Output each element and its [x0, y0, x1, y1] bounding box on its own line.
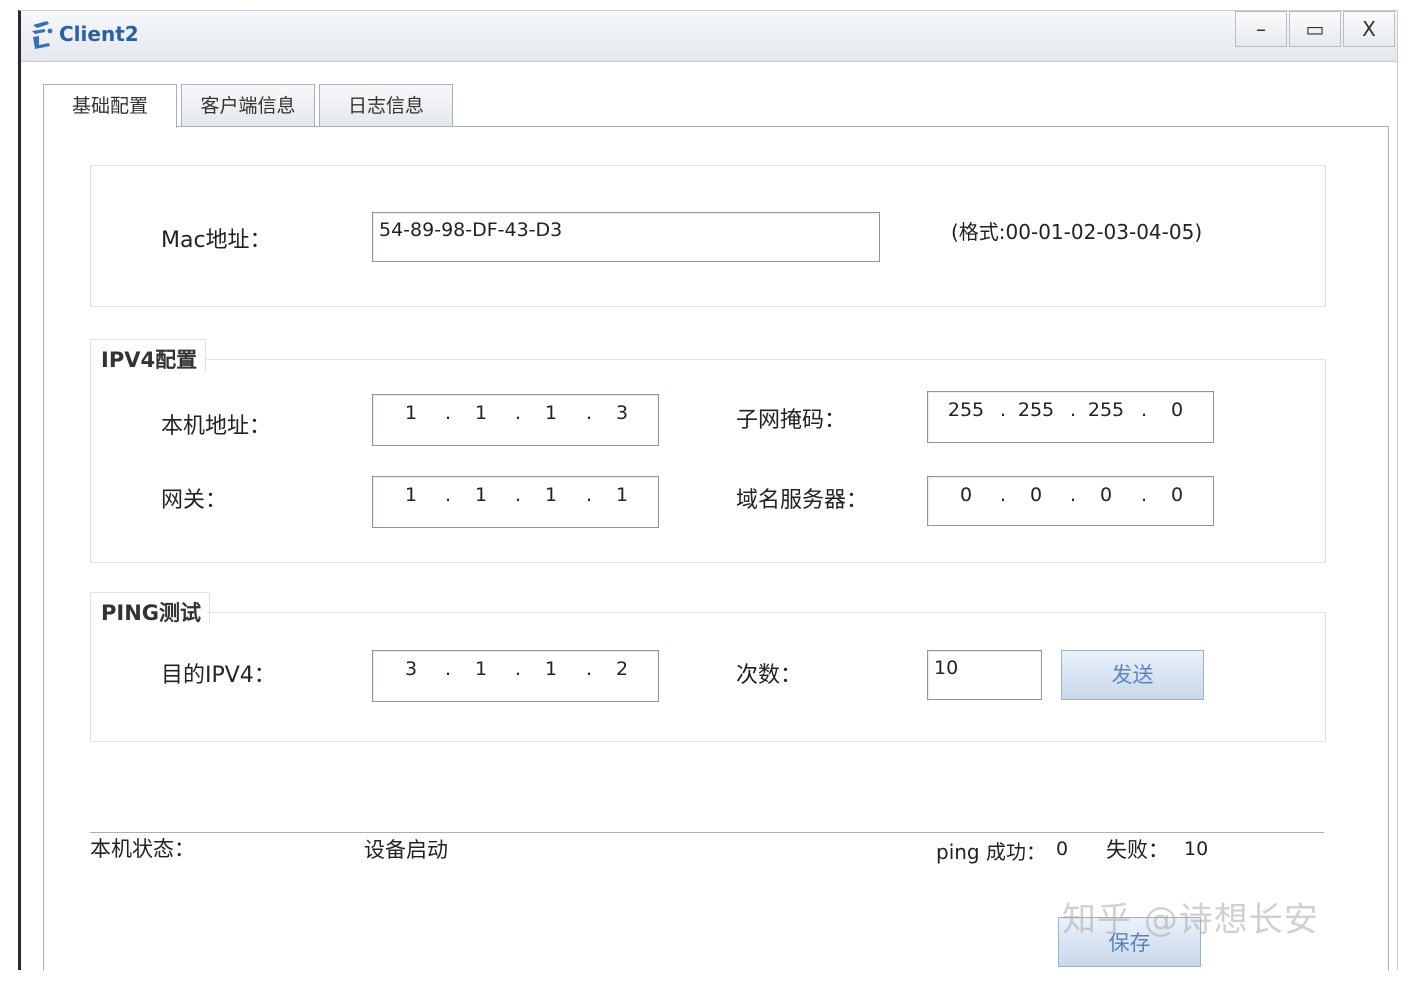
- ip-dot: .: [444, 402, 452, 424]
- gateway-octet-4: 1: [615, 484, 629, 506]
- ip-dot: .: [999, 484, 1007, 506]
- ipv4-group-label: IPV4配置: [90, 339, 207, 372]
- target-ip-input[interactable]: 3 . 1 . 1 . 2: [372, 650, 659, 702]
- ip-dot: .: [514, 402, 522, 424]
- mask-octet-1: 255: [947, 399, 985, 421]
- tab-content-panel: Mac地址： 54-89-98-DF-43-D3 (格式:00-01-02-03…: [43, 126, 1389, 971]
- mac-value: 54-89-98-DF-43-D3: [379, 219, 563, 241]
- client-window: Client2 – ▭ X 基础配置 客户端信息 日志信息 Mac地址： 54-…: [18, 10, 1398, 971]
- ip-dot: .: [1140, 399, 1148, 421]
- gateway-input[interactable]: 1 . 1 . 1 . 1: [372, 476, 659, 528]
- gateway-label: 网关：: [161, 488, 228, 513]
- host-ip-octet-2: 1: [474, 402, 488, 424]
- mac-group: Mac地址： 54-89-98-DF-43-D3 (格式:00-01-02-03…: [90, 165, 1326, 307]
- target-octet-2: 1: [474, 658, 488, 680]
- minimize-button[interactable]: –: [1235, 11, 1287, 47]
- watermark: 知乎 @诗想长安: [1062, 900, 1319, 940]
- tab-log-info[interactable]: 日志信息: [319, 84, 453, 126]
- ping-count-value: 10: [934, 657, 959, 679]
- gateway-octet-3: 1: [544, 484, 558, 506]
- mask-octet-4: 0: [1170, 399, 1184, 421]
- target-octet-4: 2: [615, 658, 629, 680]
- ping-success-label: ping 成功：: [936, 840, 1046, 864]
- ip-dot: .: [1140, 484, 1148, 506]
- ipv4-group: 本机地址： 1 . 1 . 1 . 3 子网掩码： 255 . 255 . 25…: [90, 359, 1326, 563]
- ping-count-input[interactable]: 10: [927, 650, 1042, 700]
- mac-label: Mac地址：: [161, 228, 272, 253]
- host-ip-octet-3: 1: [544, 402, 558, 424]
- close-icon: X: [1362, 17, 1376, 41]
- app-icon: [32, 21, 53, 49]
- host-ip-label: 本机地址：: [161, 414, 272, 439]
- maximize-button[interactable]: ▭: [1289, 11, 1341, 47]
- ip-dot: .: [585, 402, 593, 424]
- gateway-octet-1: 1: [404, 484, 418, 506]
- host-ip-octet-4: 3: [615, 402, 629, 424]
- fail-label: 失败：: [1106, 838, 1169, 862]
- mac-format-hint: (格式:00-01-02-03-04-05): [951, 220, 1203, 244]
- host-status-label: 本机状态：: [90, 837, 195, 861]
- tab-basic-config[interactable]: 基础配置: [43, 84, 177, 128]
- ip-dot: .: [585, 484, 593, 506]
- ping-count-label: 次数：: [736, 663, 803, 688]
- host-ip-octet-1: 1: [404, 402, 418, 424]
- dns-octet-3: 0: [1099, 484, 1113, 506]
- send-button-label: 发送: [1111, 663, 1154, 687]
- window-title: Client2: [59, 22, 139, 46]
- gateway-octet-2: 1: [474, 484, 488, 506]
- target-ip-label: 目的IPV4：: [161, 663, 276, 688]
- mask-octet-3: 255: [1087, 399, 1125, 421]
- minimize-icon: –: [1256, 17, 1266, 41]
- ip-dot: .: [444, 658, 452, 680]
- ping-group: 目的IPV4： 3 . 1 . 1 . 2 次数： 10 发送: [90, 612, 1326, 742]
- mac-input[interactable]: 54-89-98-DF-43-D3: [372, 212, 880, 262]
- tab-client-info[interactable]: 客户端信息: [181, 84, 315, 126]
- host-status-value: 设备启动: [364, 838, 448, 862]
- mask-octet-2: 255: [1017, 399, 1055, 421]
- subnet-mask-label: 子网掩码：: [736, 408, 847, 433]
- status-divider: [90, 832, 1324, 833]
- fail-count: 10: [1184, 838, 1209, 860]
- ip-dot: .: [1069, 484, 1077, 506]
- ping-group-label: PING测试: [90, 592, 211, 625]
- ip-dot: .: [514, 484, 522, 506]
- title-bar[interactable]: Client2 – ▭ X: [21, 11, 1397, 62]
- dns-label: 域名服务器：: [736, 488, 869, 513]
- ip-dot: .: [1069, 399, 1077, 421]
- host-ip-input[interactable]: 1 . 1 . 1 . 3: [372, 394, 659, 446]
- target-octet-3: 1: [544, 658, 558, 680]
- target-octet-1: 3: [404, 658, 418, 680]
- subnet-mask-input[interactable]: 255 . 255 . 255 . 0: [927, 391, 1214, 443]
- dns-octet-2: 0: [1029, 484, 1043, 506]
- send-button[interactable]: 发送: [1061, 650, 1204, 700]
- ip-dot: .: [514, 658, 522, 680]
- maximize-icon: ▭: [1305, 17, 1325, 41]
- ip-dot: .: [585, 658, 593, 680]
- dns-octet-4: 0: [1170, 484, 1184, 506]
- ip-dot: .: [999, 399, 1007, 421]
- ip-dot: .: [444, 484, 452, 506]
- close-button[interactable]: X: [1343, 11, 1395, 47]
- dns-input[interactable]: 0 . 0 . 0 . 0: [927, 476, 1214, 526]
- dns-octet-1: 0: [959, 484, 973, 506]
- ping-success-count: 0: [1056, 838, 1069, 860]
